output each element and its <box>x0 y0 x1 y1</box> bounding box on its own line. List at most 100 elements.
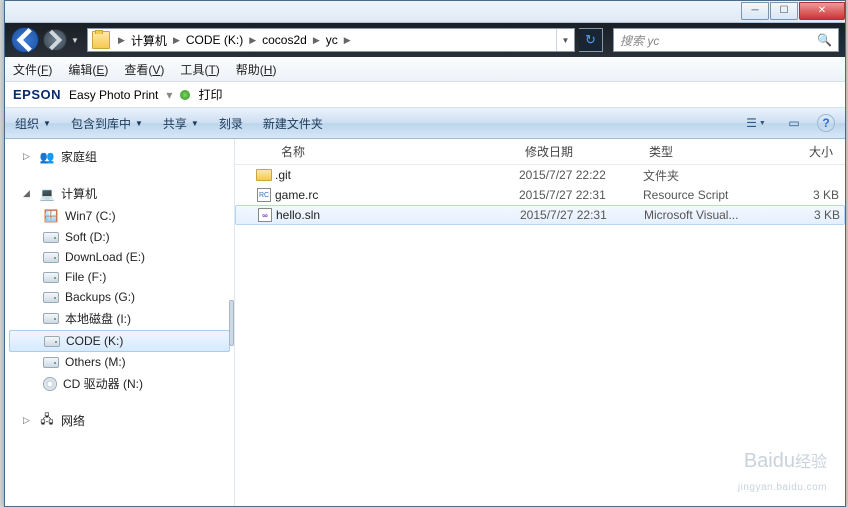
homegroup-icon: 👥 <box>39 149 55 165</box>
search-icon: 🔍 <box>817 33 832 47</box>
chevron-right-icon: ▶ <box>342 35 353 46</box>
chevron-right-icon: ▶ <box>171 35 182 46</box>
drive-icon <box>43 357 59 368</box>
minimize-button[interactable]: ─ <box>741 2 769 20</box>
nav-computer[interactable]: ◢ 💻 计算机 <box>5 182 234 205</box>
file-date: 2015/7/27 22:31 <box>520 208 644 222</box>
nav-drive[interactable]: Others (M:) <box>5 352 234 372</box>
pane-resize-handle[interactable] <box>229 300 234 346</box>
computer-icon: 💻 <box>39 186 55 202</box>
breadcrumb[interactable]: yc <box>322 33 342 47</box>
column-size[interactable]: 大小 <box>779 143 839 160</box>
share-button[interactable]: 共享 ▼ <box>163 115 199 132</box>
explorer-body: ▷ 👥 家庭组 ◢ 💻 计算机 🪟Win7 (C:) Soft (D:) Dow… <box>5 139 845 506</box>
menu-bar: 文件(F) 编辑(E) 查看(V) 工具(T) 帮助(H) <box>5 57 845 82</box>
drive-icon <box>43 252 59 263</box>
rc-file-icon: RC <box>257 188 271 202</box>
drive-icon <box>43 272 59 283</box>
file-list-pane: 名称 修改日期 类型 大小 .git 2015/7/27 22:22 文件夹 R… <box>235 139 845 506</box>
column-type[interactable]: 类型 <box>643 143 779 160</box>
nav-network[interactable]: ▷ 🖧 网络 <box>5 409 234 432</box>
file-type: 文件夹 <box>643 167 779 184</box>
nav-label: 网络 <box>61 412 85 429</box>
titlebar: ─ ☐ ✕ <box>5 1 845 23</box>
file-row[interactable]: .git 2015/7/27 22:22 文件夹 <box>235 165 845 185</box>
drive-icon <box>43 292 59 303</box>
cd-icon <box>43 377 57 391</box>
forward-button[interactable] <box>43 29 67 51</box>
file-name: .git <box>275 168 519 182</box>
nav-drive[interactable]: 🪟Win7 (C:) <box>5 205 234 227</box>
print-icon <box>180 90 190 100</box>
breadcrumb[interactable]: cocos2d <box>258 33 311 47</box>
drive-icon <box>43 232 59 243</box>
folder-icon <box>92 31 110 49</box>
chevron-right-icon: ▷ <box>23 415 33 426</box>
chevron-right-icon: ▶ <box>247 35 258 46</box>
menu-help[interactable]: 帮助(H) <box>236 61 277 78</box>
nav-drive[interactable]: CD 驱动器 (N:) <box>5 372 234 395</box>
breadcrumb[interactable]: 计算机 <box>127 32 171 49</box>
organize-button[interactable]: 组织 ▼ <box>15 115 51 132</box>
nav-drive[interactable]: DownLoad (E:) <box>5 247 234 267</box>
file-size: 3 KB <box>779 188 839 202</box>
menu-view[interactable]: 查看(V) <box>124 61 164 78</box>
drive-icon: 🪟 <box>43 208 59 224</box>
nav-drive[interactable]: Backups (G:) <box>5 287 234 307</box>
breadcrumb[interactable]: CODE (K:) <box>182 33 247 47</box>
column-date[interactable]: 修改日期 <box>519 143 643 160</box>
nav-label: 计算机 <box>61 185 97 202</box>
nav-drive[interactable]: 本地磁盘 (I:) <box>5 307 234 330</box>
folder-icon <box>256 169 272 181</box>
search-placeholder: 搜索 yc <box>620 32 659 49</box>
file-type: Microsoft Visual... <box>644 208 780 222</box>
nav-drive-selected[interactable]: CODE (K:) <box>9 330 230 352</box>
nav-homegroup[interactable]: ▷ 👥 家庭组 <box>5 145 234 168</box>
file-rows: .git 2015/7/27 22:22 文件夹 RC game.rc 2015… <box>235 165 845 225</box>
epson-logo: EPSON <box>13 87 61 102</box>
chevron-right-icon: ▷ <box>23 151 33 162</box>
nav-drive[interactable]: File (F:) <box>5 267 234 287</box>
column-name[interactable]: 名称 <box>275 143 519 160</box>
chevron-right-icon: ▶ <box>116 35 127 46</box>
drive-icon <box>43 313 59 324</box>
burn-button[interactable]: 刻录 <box>219 115 243 132</box>
address-bar[interactable]: ▶ 计算机 ▶ CODE (K:) ▶ cocos2d ▶ yc ▶ ▼ <box>87 28 575 52</box>
epson-toolbar: EPSON Easy Photo Print ▾ 打印 <box>5 82 845 108</box>
new-folder-button[interactable]: 新建文件夹 <box>263 115 323 132</box>
drive-icon <box>44 336 60 347</box>
history-dropdown[interactable]: ▼ <box>71 36 83 45</box>
back-button[interactable] <box>11 27 39 53</box>
nav-label: 家庭组 <box>61 148 97 165</box>
file-name: game.rc <box>275 188 519 202</box>
refresh-button[interactable]: ↻ <box>579 28 603 52</box>
file-name: hello.sln <box>276 208 520 222</box>
file-type: Resource Script <box>643 188 779 202</box>
navigation-bar: ▼ ▶ 计算机 ▶ CODE (K:) ▶ cocos2d ▶ yc ▶ ▼ ↻… <box>5 23 845 57</box>
file-size: 3 KB <box>780 208 840 222</box>
chevron-right-icon: ▶ <box>311 35 322 46</box>
epson-print-button[interactable]: 打印 <box>198 86 222 103</box>
help-button[interactable]: ? <box>817 114 835 132</box>
command-bar: 组织 ▼ 包含到库中 ▼ 共享 ▼ 刻录 新建文件夹 ☰ ▼ ▭ ? <box>5 108 845 139</box>
menu-file[interactable]: 文件(F) <box>13 61 52 78</box>
menu-edit[interactable]: 编辑(E) <box>68 61 108 78</box>
explorer-window: ─ ☐ ✕ ▼ ▶ 计算机 ▶ CODE (K:) ▶ cocos2d ▶ yc… <box>4 0 846 507</box>
preview-pane-button[interactable]: ▭ <box>779 112 809 134</box>
maximize-button[interactable]: ☐ <box>770 2 798 20</box>
view-options-button[interactable]: ☰ ▼ <box>741 112 771 134</box>
address-dropdown[interactable]: ▼ <box>556 29 574 51</box>
nav-drive[interactable]: Soft (D:) <box>5 227 234 247</box>
search-input[interactable]: 搜索 yc 🔍 <box>613 28 839 52</box>
window-controls: ─ ☐ ✕ <box>740 2 845 22</box>
file-row[interactable]: RC game.rc 2015/7/27 22:31 Resource Scri… <box>235 185 845 205</box>
chevron-down-icon: ◢ <box>23 188 33 199</box>
file-row-selected[interactable]: ∞ hello.sln 2015/7/27 22:31 Microsoft Vi… <box>235 205 845 225</box>
sln-file-icon: ∞ <box>258 208 272 222</box>
menu-tools[interactable]: 工具(T) <box>180 61 219 78</box>
close-button[interactable]: ✕ <box>799 2 845 20</box>
epson-app-label[interactable]: Easy Photo Print <box>69 88 158 102</box>
file-date: 2015/7/27 22:31 <box>519 188 643 202</box>
file-date: 2015/7/27 22:22 <box>519 168 643 182</box>
include-button[interactable]: 包含到库中 ▼ <box>71 115 143 132</box>
